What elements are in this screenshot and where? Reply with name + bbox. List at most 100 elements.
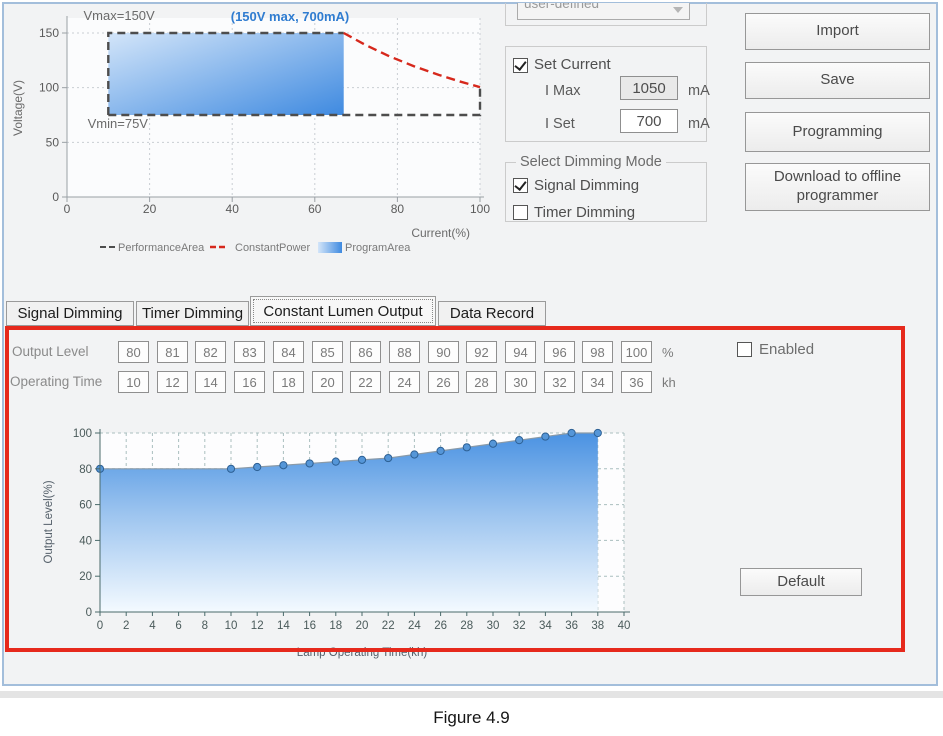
page-divider: [0, 691, 943, 698]
operating-time-input-3[interactable]: [234, 371, 265, 393]
iset-unit: mA: [688, 116, 710, 132]
svg-text:100: 100: [39, 81, 59, 95]
operating-time-input-6[interactable]: [350, 371, 381, 393]
svg-text:80: 80: [391, 202, 405, 216]
default-button[interactable]: Default: [740, 568, 862, 596]
svg-text:Output Level(%): Output Level(%): [43, 480, 55, 563]
svg-text:28: 28: [460, 620, 473, 632]
output-level-input-5[interactable]: [312, 341, 343, 363]
signal-dimming-checkbox[interactable]: [513, 178, 528, 193]
svg-text:0: 0: [52, 190, 59, 204]
output-level-input-8[interactable]: [428, 341, 459, 363]
tab-timer-dimming[interactable]: Timer Dimming: [136, 301, 249, 326]
svg-text:36: 36: [565, 620, 578, 632]
svg-text:34: 34: [539, 620, 552, 632]
output-level-input-6[interactable]: [350, 341, 381, 363]
timer-dimming-label: Timer Dimming: [534, 204, 636, 221]
svg-text:16: 16: [303, 620, 316, 632]
imax-input[interactable]: [620, 76, 678, 100]
svg-text:2: 2: [123, 620, 129, 632]
svg-text:60: 60: [308, 202, 322, 216]
svg-text:20: 20: [79, 571, 92, 583]
download-offline-button[interactable]: Download to offline programmer: [745, 163, 930, 211]
operating-time-unit: kh: [662, 375, 676, 390]
svg-text:24: 24: [408, 620, 421, 632]
svg-text:26: 26: [434, 620, 447, 632]
output-level-input-0[interactable]: [118, 341, 149, 363]
tab-data-record[interactable]: Data Record: [438, 301, 546, 326]
output-level-input-13[interactable]: [621, 341, 652, 363]
operating-time-input-4[interactable]: [273, 371, 304, 393]
svg-text:ProgramArea: ProgramArea: [345, 242, 411, 254]
operating-time-input-5[interactable]: [312, 371, 343, 393]
svg-text:(150V max, 700mA): (150V max, 700mA): [231, 9, 350, 24]
profile-dropdown-value: user-defined: [524, 3, 600, 11]
imax-unit: mA: [688, 83, 710, 99]
output-level-input-7[interactable]: [389, 341, 420, 363]
output-level-row-label: Output Level: [12, 344, 89, 359]
svg-text:40: 40: [79, 535, 92, 547]
svg-text:12: 12: [251, 620, 264, 632]
svg-text:ConstantPower: ConstantPower: [235, 242, 311, 254]
chevron-down-icon: [673, 7, 683, 13]
dimming-mode-group-label: Select Dimming Mode: [516, 154, 666, 170]
operating-time-input-1[interactable]: [157, 371, 188, 393]
tab-constant-lumen-output[interactable]: Constant Lumen Output: [250, 296, 436, 326]
svg-text:150: 150: [39, 26, 59, 40]
svg-text:0: 0: [86, 607, 92, 619]
set-current-checkbox[interactable]: [513, 58, 528, 73]
svg-text:Current(%): Current(%): [411, 226, 470, 240]
svg-text:Vmin=75V: Vmin=75V: [88, 116, 149, 131]
figure-caption: Figure 4.9: [433, 708, 510, 727]
svg-text:40: 40: [226, 202, 240, 216]
operating-time-input-8[interactable]: [428, 371, 459, 393]
svg-text:60: 60: [79, 500, 92, 512]
output-level-input-1[interactable]: [157, 341, 188, 363]
svg-text:50: 50: [46, 135, 60, 149]
svg-text:4: 4: [149, 620, 156, 632]
output-level-input-12[interactable]: [582, 341, 613, 363]
imax-label: I Max: [545, 83, 581, 99]
tab-signal-dimming[interactable]: Signal Dimming: [6, 301, 134, 326]
save-button[interactable]: Save: [745, 62, 930, 99]
programming-button[interactable]: Programming: [745, 112, 930, 152]
svg-text:Lamp Operating Time(kh): Lamp Operating Time(kh): [297, 647, 428, 659]
svg-text:14: 14: [277, 620, 290, 632]
output-level-input-2[interactable]: [195, 341, 226, 363]
svg-text:32: 32: [513, 620, 526, 632]
iset-input[interactable]: [620, 109, 678, 133]
svg-text:38: 38: [591, 620, 604, 632]
clo-enabled-checkbox[interactable]: [737, 342, 752, 357]
operating-time-input-7[interactable]: [389, 371, 420, 393]
svg-text:40: 40: [618, 620, 631, 632]
iset-label: I Set: [545, 116, 575, 132]
import-button[interactable]: Import: [745, 13, 930, 50]
clo-curve-chart: 0 2 4 6 8 10 12 14 16 18 20 22 24 26 28 30 32 34 36 38 40020…: [43, 428, 631, 659]
output-level-input-11[interactable]: [544, 341, 575, 363]
signal-dimming-label: Signal Dimming: [534, 177, 640, 194]
svg-text:30: 30: [487, 620, 500, 632]
profile-dropdown[interactable]: user-defined: [517, 3, 690, 20]
timer-dimming-checkbox[interactable]: [513, 205, 528, 220]
svg-text:0: 0: [64, 202, 71, 216]
operating-time-input-9[interactable]: [466, 371, 497, 393]
operating-time-input-11[interactable]: [544, 371, 575, 393]
output-level-input-3[interactable]: [234, 341, 265, 363]
svg-text:Vmax=150V: Vmax=150V: [84, 8, 156, 23]
svg-text:100: 100: [73, 428, 92, 440]
operating-time-input-12[interactable]: [582, 371, 613, 393]
output-level-unit: %: [662, 345, 674, 360]
operating-time-input-10[interactable]: [505, 371, 536, 393]
operating-time-input-13[interactable]: [621, 371, 652, 393]
output-level-input-4[interactable]: [273, 341, 304, 363]
svg-text:22: 22: [382, 620, 395, 632]
operating-time-input-0[interactable]: [118, 371, 149, 393]
svg-text:100: 100: [470, 202, 490, 216]
voltage-current-chart: 0 50 100 150 0 20 40 60 80 100 Voltage(V) Current(%…: [11, 8, 490, 254]
output-level-input-9[interactable]: [466, 341, 497, 363]
svg-text:6: 6: [175, 620, 181, 632]
svg-text:20: 20: [356, 620, 369, 632]
output-level-input-10[interactable]: [505, 341, 536, 363]
operating-time-input-2[interactable]: [195, 371, 226, 393]
svg-text:80: 80: [79, 464, 92, 476]
